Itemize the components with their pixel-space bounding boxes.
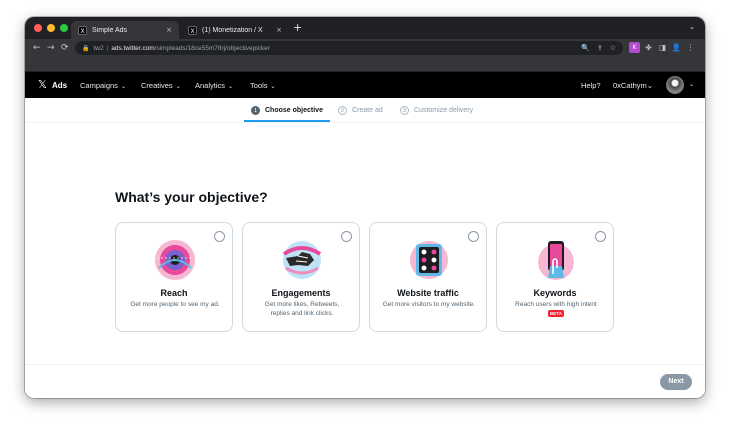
menu-label: Campaigns <box>80 81 118 90</box>
tab-strip: X Simple Ads × X (1) Monetization / X × … <box>25 17 705 39</box>
chevron-down-icon: ⌄ <box>120 83 126 90</box>
radio-button[interactable] <box>341 231 352 242</box>
url-host: ads.twitter.com <box>111 44 155 52</box>
profile-icon[interactable]: 👤 <box>671 42 682 53</box>
bookmark-star-icon[interactable]: ☆ <box>610 44 616 52</box>
bookmarks-bar <box>25 57 705 72</box>
close-tab-icon[interactable]: × <box>166 26 172 34</box>
website-traffic-illustration-icon <box>410 241 448 279</box>
new-tab-button[interactable]: + <box>293 21 302 35</box>
footer-bar: Next <box>25 364 705 398</box>
menu-campaigns[interactable]: Campaigns ⌄ <box>80 81 126 90</box>
card-title: Reach <box>160 288 188 298</box>
extensions-puzzle-icon[interactable]: ✤ <box>643 42 654 53</box>
tab-title: Simple Ads <box>92 26 128 34</box>
account-switcher[interactable]: 0xCathym⌄ <box>613 81 653 90</box>
ads-navbar: 𝕏 Ads Campaigns ⌄ Creatives ⌄ Analytics ⌄ T… <box>25 72 705 98</box>
keywords-illustration-icon <box>538 241 574 280</box>
chevron-down-icon: ⌄ <box>228 83 234 90</box>
window-controls <box>34 24 68 32</box>
minimize-window-button[interactable] <box>47 24 55 32</box>
card-description: Get more likes, Retweets, replies and li… <box>264 301 340 317</box>
x-logo-icon[interactable]: 𝕏 <box>38 79 47 91</box>
beta-badge: BETA <box>548 310 564 317</box>
step-create-ad: 2 Create ad <box>338 106 383 115</box>
radio-button[interactable] <box>468 231 479 242</box>
active-step-underline <box>244 120 330 122</box>
card-title: Keywords <box>533 288 577 298</box>
zoom-icon[interactable]: 🔍 <box>581 44 590 52</box>
x-logo-icon: X <box>78 25 87 35</box>
address-bar[interactable]: 🔒 tw2 | ads.twitter.com /simpleads/18ce5… <box>75 41 623 55</box>
step-number: 1 <box>251 106 260 115</box>
card-description-text: Reach users with high intent <box>515 301 597 308</box>
tab-title: (1) Monetization / X <box>202 26 263 34</box>
radio-button[interactable] <box>214 231 225 242</box>
ads-brand[interactable]: Ads <box>52 81 67 90</box>
card-description: Get more people to see my ad. <box>130 301 220 308</box>
browser-toolbar: ← → ⟳ 🔒 tw2 | ads.twitter.com /simpleads… <box>25 39 705 57</box>
menu-label: Creatives <box>141 81 173 90</box>
lock-icon: 🔒 <box>82 44 90 52</box>
chevron-down-icon: ⌄ <box>270 83 276 90</box>
forward-arrow-icon[interactable]: → <box>47 41 55 55</box>
profile-label: tw2 <box>93 44 104 52</box>
step-customize-delivery: 3 Customize delivery <box>400 106 473 115</box>
account-name: 0xCathym <box>613 81 647 90</box>
x-logo-icon: X <box>188 25 197 35</box>
step-label: Create ad <box>352 107 383 114</box>
next-button[interactable]: Next <box>660 374 692 390</box>
step-label: Customize delivery <box>414 107 474 114</box>
step-choose-objective[interactable]: 1 Choose objective <box>251 106 323 115</box>
reach-illustration-icon <box>155 240 195 280</box>
address-separator: | <box>106 44 109 52</box>
menu-analytics[interactable]: Analytics ⌄ <box>195 81 233 90</box>
objective-card-website-traffic[interactable]: Website traffic Get more visitors to my … <box>369 222 487 332</box>
help-link[interactable]: Help? <box>581 81 601 90</box>
menu-label: Analytics <box>195 81 226 90</box>
radio-button[interactable] <box>595 231 606 242</box>
card-title: Website traffic <box>397 288 459 298</box>
card-description: Reach users with high intent BETA <box>509 300 603 318</box>
step-label: Choose objective <box>265 107 323 114</box>
close-tab-icon[interactable]: × <box>276 26 282 34</box>
objective-card-reach[interactable]: Reach Get more people to see my ad. <box>115 222 233 332</box>
extension-icon[interactable]: K <box>629 42 640 53</box>
side-panel-icon[interactable]: ◨ <box>657 42 668 53</box>
objective-cards: Reach Get more people to see my ad. Enga… <box>115 222 614 332</box>
menu-tools[interactable]: Tools ⌄ <box>250 81 276 90</box>
step-number: 3 <box>400 106 409 115</box>
share-icon[interactable]: ⇪ <box>597 44 603 52</box>
browser-menu-icon[interactable]: ⋮ <box>685 42 696 53</box>
engagements-illustration-icon <box>282 241 322 279</box>
reload-icon[interactable]: ⟳ <box>61 41 69 55</box>
chevron-down-icon: ⌄ <box>646 81 654 90</box>
browser-window: X Simple Ads × X (1) Monetization / X × … <box>25 17 705 398</box>
maximize-window-button[interactable] <box>60 24 68 32</box>
card-title: Engagements <box>271 288 331 298</box>
objective-card-engagements[interactable]: Engagements Get more likes, Retweets, re… <box>242 222 360 332</box>
chevron-down-icon: ⌄ <box>175 83 181 90</box>
chevron-down-icon[interactable]: ⌄ <box>689 81 694 88</box>
tab-monetization[interactable]: X (1) Monetization / X × <box>181 21 289 39</box>
close-window-button[interactable] <box>34 24 42 32</box>
tab-search-chevron-icon[interactable]: ⌄ <box>689 23 695 31</box>
page-title: What’s your objective? <box>115 189 268 205</box>
url-path: /simpleads/18ce55m78rj/objectivepicker <box>154 44 270 52</box>
objective-card-keywords[interactable]: Keywords Reach users with high intent BE… <box>496 222 614 332</box>
avatar[interactable] <box>666 76 684 94</box>
card-description: Get more visitors to my website. <box>382 301 476 308</box>
progress-stepper: 1 Choose objective 2 Create ad 3 Customi… <box>25 98 705 123</box>
back-arrow-icon[interactable]: ← <box>33 41 41 55</box>
tab-simple-ads[interactable]: X Simple Ads × <box>71 21 179 39</box>
step-number: 2 <box>338 106 347 115</box>
menu-creatives[interactable]: Creatives ⌄ <box>141 81 181 90</box>
menu-label: Tools <box>250 81 268 90</box>
